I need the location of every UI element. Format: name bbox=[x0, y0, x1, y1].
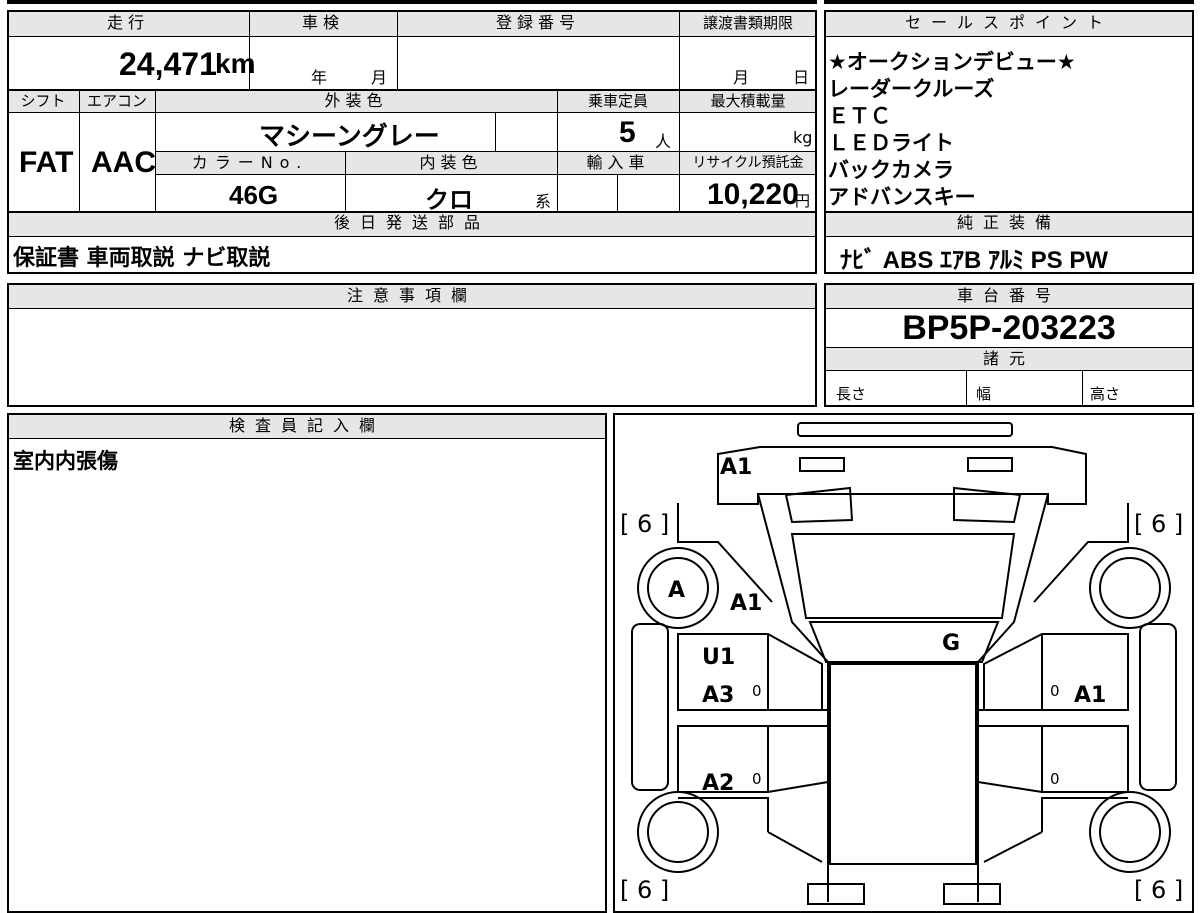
tire-tread-front-left: [ 6 ] bbox=[620, 510, 669, 538]
exterior-color-label: 外装色 bbox=[155, 90, 557, 112]
damage-code-front: A1 bbox=[720, 455, 752, 480]
recycle-label: リサイクル預託金 bbox=[679, 152, 817, 174]
interior-color-suffix: 系 bbox=[535, 192, 552, 211]
damage-code-door-front-left-2: A3 bbox=[702, 683, 734, 708]
damage-code-door-rear-left: A2 bbox=[702, 771, 734, 796]
handle-mark-rr: 0 bbox=[1050, 770, 1060, 788]
sales-point-5: バックカメラ bbox=[828, 158, 954, 182]
height-label: 高さ bbox=[1090, 385, 1121, 403]
transfer-deadline-label: 譲渡書類期限 bbox=[679, 12, 817, 36]
sales-points-box: セールスポイント ★オークションデビュー★ レーダークルーズ ＥＴＣ ＬＥＤライ… bbox=[824, 0, 1194, 274]
load-unit: kg bbox=[793, 128, 813, 147]
sales-point-2: レーダークルーズ bbox=[828, 77, 995, 101]
handle-mark-rl: 0 bbox=[752, 770, 762, 788]
shaken-month-label: 月 bbox=[371, 68, 388, 87]
import-label: 輸入車 bbox=[557, 152, 679, 174]
length-label: 長さ bbox=[836, 385, 867, 403]
mileage-value: 24,471 bbox=[119, 46, 217, 82]
equipment-label: 純正装備 bbox=[824, 212, 1194, 236]
chassis-box: 車台番号 BP5P-203223 諸元 長さ 幅 高さ bbox=[824, 283, 1194, 407]
registration-label: 登録番号 bbox=[397, 12, 679, 36]
later-parts-label: 後日発送部品 bbox=[7, 212, 817, 236]
sales-point-3: ＥＴＣ bbox=[828, 104, 891, 128]
damage-code-wheel-circle: A bbox=[668, 578, 685, 603]
color-no-label: カラーNo. bbox=[155, 152, 345, 174]
chassis-number: BP5P-203223 bbox=[902, 309, 1116, 347]
vehicle-info-table: 走行 車検 登録番号 譲渡書類期限 24,471 km 年 月 月 日 シフト … bbox=[7, 0, 817, 274]
car-diagram-box: [ 6 ] [ 6 ] [ 6 ] [ 6 ] A1 A A1 G U1 A3 … bbox=[613, 413, 1194, 913]
damage-code-door-front-right: A1 bbox=[1074, 683, 1106, 708]
sales-point-6: アドバンスキー bbox=[828, 185, 976, 209]
handle-mark-fl: 0 bbox=[752, 682, 762, 700]
aircon-label: エアコン bbox=[79, 90, 155, 112]
tire-tread-front-right: [ 6 ] bbox=[1134, 510, 1183, 538]
damage-code-wheel-front-left: A1 bbox=[730, 591, 762, 616]
deadline-day-label: 日 bbox=[793, 68, 810, 87]
interior-color-label: 内装色 bbox=[345, 152, 557, 174]
max-load-label: 最大積載量 bbox=[679, 90, 817, 112]
specs-label: 諸元 bbox=[826, 347, 1192, 371]
deadline-month-label: 月 bbox=[733, 68, 750, 87]
inspector-label: 検査員記入欄 bbox=[9, 415, 605, 439]
notes-label: 注意事項欄 bbox=[9, 285, 815, 309]
interior-color-value: クロ bbox=[425, 187, 473, 214]
shaken-label: 車検 bbox=[249, 12, 397, 36]
later-parts-value: 保証書 車両取説 ナビ取説 bbox=[13, 246, 271, 271]
shift-value: FAT bbox=[19, 146, 74, 179]
damage-code-windshield: G bbox=[942, 631, 960, 656]
sales-points-label: セールスポイント bbox=[824, 12, 1194, 36]
sales-point-1: ★オークションデビュー★ bbox=[828, 50, 1076, 74]
equipment-value: ﾅﾋﾞ ABS ｴｱB ｱﾙﾐ PS PW bbox=[840, 247, 1109, 274]
damage-code-door-front-left-1: U1 bbox=[702, 645, 735, 670]
capacity-unit: 人 bbox=[655, 132, 672, 151]
exterior-color-value: マシーングレー bbox=[259, 121, 440, 151]
shaken-year-label: 年 bbox=[311, 68, 328, 87]
recycle-unit: 円 bbox=[795, 192, 811, 210]
capacity-value: 5 bbox=[619, 116, 636, 149]
sales-point-4: ＬＥＤライト bbox=[828, 131, 954, 155]
color-no-value: 46G bbox=[229, 180, 279, 210]
car-diagram: [ 6 ] [ 6 ] [ 6 ] [ 6 ] A1 A A1 G U1 A3 … bbox=[620, 422, 1183, 905]
notes-box: 注意事項欄 bbox=[7, 283, 817, 407]
capacity-label: 乗車定員 bbox=[557, 90, 679, 112]
inspector-box: 検査員記入欄 室内内張傷 bbox=[7, 413, 607, 913]
recycle-value: 10,220 bbox=[707, 178, 799, 211]
aircon-value: AAC bbox=[91, 146, 156, 179]
chassis-label: 車台番号 bbox=[826, 285, 1192, 309]
mileage-label: 走行 bbox=[7, 12, 249, 36]
width-label: 幅 bbox=[976, 385, 992, 403]
handle-mark-fr: 0 bbox=[1050, 682, 1060, 700]
shift-label: シフト bbox=[7, 90, 79, 112]
inspector-comment: 室内内張傷 bbox=[13, 449, 118, 473]
